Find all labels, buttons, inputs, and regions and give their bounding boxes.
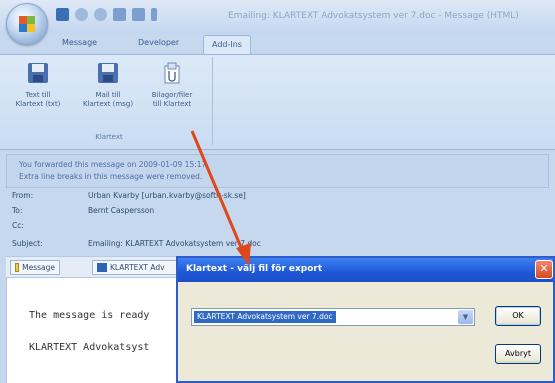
text-to-klartext-label: Text till Klartext (txt): [15, 91, 61, 108]
word-document-icon: [97, 263, 107, 272]
ribbon-group-klartext: Text till Klartext (txt) Mail till Klart…: [6, 57, 213, 145]
text-to-klartext-button[interactable]: Text till Klartext (txt): [12, 61, 64, 109]
envelope-icon: [15, 263, 20, 272]
office-logo-icon: [19, 16, 35, 32]
header-divider: [12, 234, 549, 235]
tab-add-ins[interactable]: Add-Ins: [203, 35, 251, 54]
subject-label: Subject:: [12, 239, 43, 248]
info-line-line-breaks[interactable]: Extra line breaks in this message were r…: [19, 172, 202, 181]
ribbon-tabs: Message Developer Add-Ins: [0, 34, 555, 54]
down-arrow-icon[interactable]: [132, 8, 145, 21]
mail-to-klartext-button[interactable]: Mail till Klartext (msg): [82, 61, 134, 109]
ribbon: Text till Klartext (txt) Mail till Klart…: [0, 54, 555, 150]
document-attachment-label: KLARTEXT Adv: [110, 263, 165, 272]
group-label: Klartext: [95, 133, 123, 141]
dialog-title: Klartext - välj fil för export: [186, 264, 323, 274]
floppy-disk-icon: [98, 63, 118, 83]
ok-button[interactable]: OK: [495, 306, 541, 326]
attachments-to-klartext-button[interactable]: Bilagor/filer till Klartext: [146, 61, 198, 109]
klartext-export-dialog: Klartext - välj fil för export ✕ KLARTEX…: [176, 256, 555, 383]
close-icon[interactable]: ✕: [535, 260, 553, 279]
message-attachment-tab[interactable]: Message: [10, 260, 60, 275]
office-button[interactable]: [6, 3, 48, 45]
attachment-files-icon: [164, 62, 180, 84]
tab-message[interactable]: Message: [62, 38, 97, 47]
file-select-dropdown[interactable]: KLARTEXT Advokatsystem ver 7.doc ▼: [191, 308, 475, 326]
cancel-button[interactable]: Avbryt: [495, 344, 541, 364]
outlook-message-window: Emailing: KLARTEXT Advokatsystem ver 7.d…: [0, 0, 555, 383]
to-row: To: Bernt Caspersson: [12, 206, 549, 218]
info-bar: You forwarded this message on 2009-01-09…: [6, 154, 549, 188]
attachments-to-klartext-label: Bilagor/filer till Klartext: [151, 91, 193, 108]
body-line-2: KLARTEXT Advokatsyst: [29, 342, 150, 353]
tab-developer[interactable]: Developer: [138, 38, 179, 47]
quick-access-toolbar: [56, 8, 157, 21]
mail-to-klartext-label: Mail till Klartext (msg): [82, 91, 134, 108]
qat-dropdown-icon[interactable]: [151, 8, 157, 21]
body-line-1: The message is ready: [29, 310, 150, 321]
selected-file: KLARTEXT Advokatsystem ver 7.doc: [194, 311, 336, 323]
chevron-down-icon[interactable]: ▼: [458, 310, 473, 324]
dialog-title-bar[interactable]: Klartext - välj fil för export ✕: [178, 258, 553, 282]
floppy-disk-icon: [28, 63, 48, 83]
subject-row: Subject: Emailing: KLARTEXT Advokatsyste…: [12, 239, 549, 251]
to-label: To:: [12, 206, 23, 215]
message-tab-label: Message: [22, 263, 55, 272]
undo-icon[interactable]: [75, 8, 88, 21]
save-icon[interactable]: [56, 8, 69, 21]
redo-icon[interactable]: [94, 8, 107, 21]
title-bar: Emailing: KLARTEXT Advokatsystem ver 7.d…: [0, 0, 555, 45]
subject-value: Emailing: KLARTEXT Advokatsystem ver 7.d…: [88, 239, 261, 248]
cc-label: Cc:: [12, 221, 24, 230]
to-value[interactable]: Bernt Caspersson: [88, 206, 154, 215]
up-arrow-icon[interactable]: [113, 8, 126, 21]
info-line-forwarded: You forwarded this message on 2009-01-09…: [19, 160, 209, 169]
window-title: Emailing: KLARTEXT Advokatsystem ver 7.d…: [228, 11, 519, 21]
from-label: From:: [12, 191, 34, 200]
cc-row: Cc:: [12, 221, 549, 233]
document-attachment-chip[interactable]: KLARTEXT Adv: [92, 260, 182, 275]
from-row: From: Urban Kvarby [urban.kvarby@softit-…: [12, 191, 549, 203]
from-value[interactable]: Urban Kvarby [urban.kvarby@softit-sk.se]: [88, 191, 246, 200]
